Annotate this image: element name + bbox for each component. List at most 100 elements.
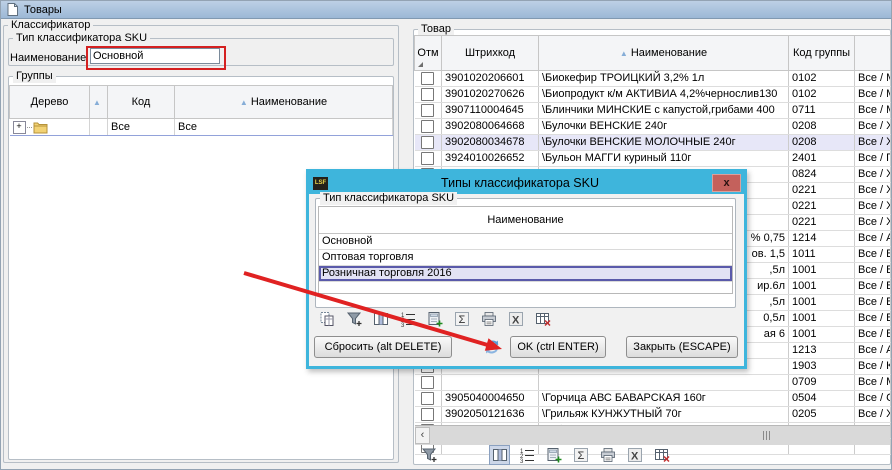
col-header-mark[interactable]: Отм: [415, 36, 442, 71]
ok-button[interactable]: OK (ctrl ENTER): [510, 336, 606, 358]
group-code-cell: 1001: [789, 263, 855, 279]
dialog-toolbar: 123 Σ X: [317, 310, 552, 328]
printer-icon[interactable]: [598, 446, 617, 464]
group-cell: Все / Хл: [855, 119, 891, 135]
tree-col-header-tree[interactable]: Дерево: [10, 86, 90, 119]
close-button[interactable]: Закрыть (ESCAPE): [626, 336, 738, 358]
group-cell: Все / Ал: [855, 231, 891, 247]
product-row[interactable]: 0709Все / Мя: [415, 375, 891, 391]
sync-icon[interactable]: [480, 337, 504, 357]
tree-col-header-name[interactable]: ▲Наименование: [175, 86, 393, 119]
product-row[interactable]: 3907110004645\Блинчики МИНСКИЕ с капусто…: [415, 103, 891, 119]
group-cell: Все / Пр: [855, 151, 891, 167]
mark-cell: [415, 119, 442, 135]
svg-text:3: 3: [520, 459, 524, 463]
product-row[interactable]: 3901020206601\Биокефир ТРОИЦКИЙ 3,2% 1л0…: [415, 71, 891, 87]
col-header-group-code[interactable]: Код группы: [789, 36, 855, 71]
name-cell: \Булочки ВЕНСКИЕ МОЛОЧНЫЕ 240г: [539, 135, 789, 151]
name-cell: \Биопродукт к/м АКТИВИА 4,2%чернослив130: [539, 87, 789, 103]
row-checkbox[interactable]: [421, 72, 434, 85]
product-row[interactable]: 3901020270626\Биопродукт к/м АКТИВИА 4,2…: [415, 87, 891, 103]
group-code-cell: 1903: [789, 359, 855, 375]
group-cell: Все / Хл: [855, 199, 891, 215]
group-code-cell: 1213: [789, 343, 855, 359]
product-row[interactable]: 3902080064668\Булочки ВЕНСКИЕ 240г0208Вс…: [415, 119, 891, 135]
row-checkbox[interactable]: [421, 88, 434, 101]
name-cell: \Биокефир ТРОИЦКИЙ 3,2% 1л: [539, 71, 789, 87]
col-header-name[interactable]: ▲Наименование: [539, 36, 789, 71]
group-cell: Все / Бе: [855, 263, 891, 279]
columns-icon[interactable]: [490, 446, 509, 464]
group-cell: Все / Бе: [855, 247, 891, 263]
reset-button[interactable]: Сбросить (alt DELETE): [314, 336, 452, 358]
mark-cell: [415, 151, 442, 167]
group-code-cell: 2401: [789, 151, 855, 167]
barcode-cell: 3902080064668: [442, 119, 539, 135]
row-checkbox[interactable]: [421, 408, 434, 421]
dialog-close-icon[interactable]: x: [712, 174, 741, 192]
group-code-cell: 0711: [789, 103, 855, 119]
group-cell: Все / Сп: [855, 391, 891, 407]
svg-text:Σ: Σ: [458, 314, 465, 326]
row-checkbox[interactable]: [421, 136, 434, 149]
group-cell: Все / Бе: [855, 279, 891, 295]
copy-icon[interactable]: [317, 310, 336, 328]
row-checkbox[interactable]: [421, 104, 434, 117]
excel-icon[interactable]: X: [625, 446, 644, 464]
sigma-icon[interactable]: Σ: [571, 446, 590, 464]
group-code-cell: 1001: [789, 311, 855, 327]
group-cell: Все / Хл: [855, 135, 891, 151]
table-remove-icon[interactable]: [533, 310, 552, 328]
mark-cell: [415, 135, 442, 151]
col-header-barcode[interactable]: Штрихкод: [442, 36, 539, 71]
dialog-list-header[interactable]: Наименование: [319, 207, 732, 234]
calc-plus-icon[interactable]: [425, 310, 444, 328]
app-window: Товары Классификатор Тип классификатора …: [0, 0, 892, 470]
excel-icon[interactable]: X: [506, 310, 525, 328]
table-remove-icon[interactable]: [652, 446, 671, 464]
col-header-mark-label: Отм: [417, 47, 438, 59]
classifier-name-input[interactable]: [90, 48, 220, 64]
tree-sort-column[interactable]: ▲: [90, 86, 108, 119]
product-row[interactable]: 3902080034678\Булочки ВЕНСКИЕ МОЛОЧНЫЕ 2…: [415, 135, 891, 151]
funnel-plus-icon[interactable]: [344, 310, 363, 328]
group-cell: Все / Хл: [855, 215, 891, 231]
group-code-cell: 0709: [789, 375, 855, 391]
dialog-sku-classifier-types: LSF Типы классификатора SKU x Тип класси…: [306, 169, 747, 369]
sort-indicator-icon: [418, 62, 423, 67]
dialog-titlebar[interactable]: LSF Типы классификатора SKU x: [309, 172, 744, 194]
numbered-list-icon[interactable]: 123: [517, 446, 536, 464]
columns-icon[interactable]: [371, 310, 390, 328]
dialog-list-item[interactable]: Оптовая торговля: [319, 250, 732, 266]
product-row[interactable]: 3905040004650\Горчица АВС БАВАРСКАЯ 160г…: [415, 391, 891, 407]
mark-cell: [415, 391, 442, 407]
scroll-left-button[interactable]: ‹: [415, 427, 430, 444]
row-checkbox[interactable]: [421, 152, 434, 165]
window-titlebar: Товары: [1, 1, 891, 19]
row-checkbox[interactable]: [421, 392, 434, 405]
tree-row[interactable]: + Все Все: [10, 119, 393, 136]
product-row[interactable]: 3924010026652\Бульон МАГГИ куриный 110г2…: [415, 151, 891, 167]
funnel-plus-icon[interactable]: [419, 446, 438, 464]
col-header-group[interactable]: [855, 36, 891, 71]
printer-icon[interactable]: [479, 310, 498, 328]
dialog-list-item[interactable]: Основной: [319, 234, 732, 250]
group-code-cell: 0504: [789, 391, 855, 407]
numbered-list-icon[interactable]: 123: [398, 310, 417, 328]
row-checkbox[interactable]: [421, 376, 434, 389]
group-code-cell: 0205: [789, 407, 855, 423]
sigma-icon[interactable]: Σ: [452, 310, 471, 328]
expand-icon[interactable]: +: [13, 121, 26, 134]
tree-col-header-code[interactable]: Код: [108, 86, 175, 119]
dialog-list-item[interactable]: Розничная торговля 2016: [319, 266, 732, 282]
product-row[interactable]: 3902050121636\Грильяж КУНЖУТНЫЙ 70г0205В…: [415, 407, 891, 423]
dialog-list: Наименование ОсновнойОптовая торговляРоз…: [318, 206, 733, 294]
calc-plus-icon[interactable]: [544, 446, 563, 464]
group-code-cell: 1214: [789, 231, 855, 247]
dialog-buttons: Сбросить (alt DELETE) OK (ctrl ENTER) За…: [314, 336, 739, 358]
horizontal-scrollbar[interactable]: ‹: [415, 425, 890, 445]
name-cell: \Блинчики МИНСКИЕ с капустой,грибами 400: [539, 103, 789, 119]
row-checkbox[interactable]: [421, 120, 434, 133]
scrollbar-grip[interactable]: [763, 431, 772, 440]
groups-label: Группы: [13, 70, 56, 83]
